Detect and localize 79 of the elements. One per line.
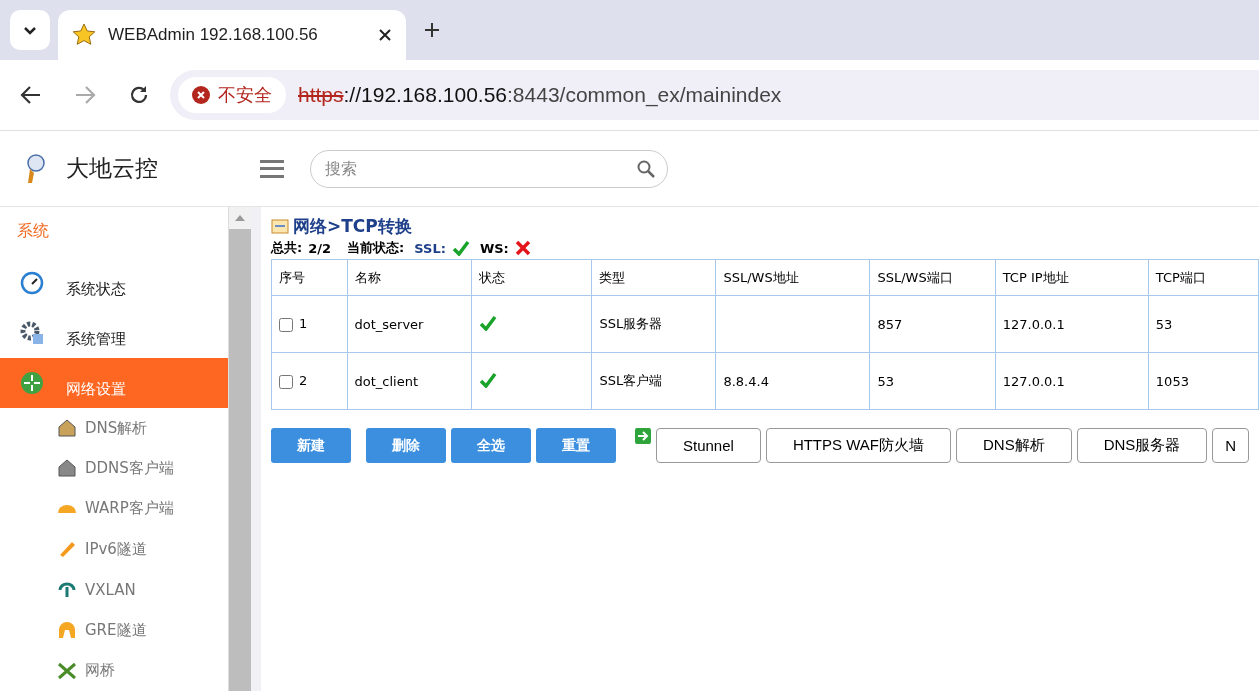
- table-cell: SSL客户端: [591, 352, 716, 410]
- table-cell: dot_client: [347, 352, 472, 410]
- house-icon: [57, 419, 77, 438]
- house-icon: [57, 459, 77, 478]
- status-label: 当前状态:: [347, 239, 405, 257]
- sidebar-subitem[interactable]: GRE隧道: [0, 610, 228, 651]
- table-cell: 53: [1148, 295, 1259, 353]
- star-icon: [72, 23, 96, 47]
- column-header: SSL/WS端口: [870, 259, 996, 296]
- link-button[interactable]: N: [1212, 428, 1250, 463]
- browser-tab[interactable]: WEBAdmin 192.168.100.56: [58, 10, 406, 60]
- total-label: 总共:: [271, 239, 303, 257]
- status-name: WS:: [479, 240, 509, 256]
- tunnel-icon: [57, 621, 77, 640]
- chevron-down-icon: [23, 25, 37, 35]
- row-checkbox[interactable]: [279, 374, 293, 389]
- table-cell: 857: [870, 295, 996, 353]
- search-input[interactable]: 搜索: [323, 158, 637, 179]
- back-icon[interactable]: [20, 85, 42, 105]
- table-cell: 2: [299, 373, 308, 389]
- table-cell: 1: [299, 316, 308, 332]
- close-icon[interactable]: [378, 28, 392, 42]
- gauge-icon: [20, 270, 44, 295]
- security-chip[interactable]: 不安全: [178, 77, 286, 113]
- table-cell: 1053: [1148, 352, 1259, 410]
- table-cell: dot_server: [347, 295, 472, 353]
- column-header: 类型: [591, 259, 716, 296]
- sidebar-subitem[interactable]: IPv6隧道: [0, 529, 228, 570]
- sidebar-subitem[interactable]: 网桥: [0, 650, 228, 691]
- arrows-icon: [20, 370, 44, 395]
- section-title: 系统: [16, 220, 50, 242]
- sidebar-item[interactable]: 系统状态: [0, 258, 228, 308]
- menu-icon[interactable]: [260, 159, 284, 178]
- table-cell: 8.8.4.4: [715, 352, 870, 410]
- table-cell: SSL服务器: [591, 295, 716, 353]
- link-button[interactable]: DNS解析: [956, 428, 1072, 463]
- action-button[interactable]: 删除: [366, 428, 446, 463]
- row-checkbox[interactable]: [279, 317, 293, 332]
- gear-icon: [20, 320, 44, 345]
- sidebar-item[interactable]: 系统管理: [0, 307, 228, 358]
- link-button[interactable]: DNS服务器: [1076, 428, 1208, 463]
- antenna-icon: [57, 580, 77, 599]
- column-header: 序号: [271, 259, 347, 296]
- tab-title: WEBAdmin 192.168.100.56: [108, 25, 319, 45]
- cloud-icon: [57, 504, 77, 513]
- reload-icon[interactable]: [128, 84, 150, 106]
- sidebar-item[interactable]: 网络设置: [0, 357, 228, 408]
- link-button[interactable]: HTTPS WAF防火墙: [765, 428, 951, 463]
- action-button[interactable]: 重置: [536, 428, 616, 463]
- scroll-up-icon[interactable]: [235, 215, 245, 221]
- action-button[interactable]: 全选: [451, 428, 531, 463]
- plus-icon: [424, 22, 440, 38]
- link-button[interactable]: Stunnel: [656, 428, 761, 463]
- column-header: 状态: [471, 259, 592, 296]
- forward-icon[interactable]: [74, 85, 96, 105]
- search-icon[interactable]: [637, 159, 655, 178]
- error-icon: [192, 86, 210, 104]
- table-cell: 127.0.0.1: [995, 352, 1149, 410]
- sidebar-subitem[interactable]: WARP客户端: [0, 488, 228, 530]
- tab-list-button[interactable]: [10, 10, 50, 50]
- column-header: SSL/WS地址: [715, 259, 870, 296]
- table-cell: 53: [870, 352, 996, 410]
- status-name: SSL:: [414, 240, 446, 256]
- column-header: TCP IP地址: [995, 259, 1149, 296]
- url-text[interactable]: https://192.168.100.56:8443/common_ex/mainindex: [298, 83, 782, 107]
- column-header: TCP端口: [1148, 259, 1259, 296]
- action-button[interactable]: 新建: [271, 428, 351, 463]
- column-header: 名称: [347, 259, 472, 296]
- sidebar-subitem[interactable]: DDNS客户端: [0, 448, 228, 489]
- brand-name: 大地云控: [66, 154, 158, 183]
- sidebar-subitem[interactable]: VXLAN: [0, 569, 228, 611]
- total-value: 2/2: [308, 240, 332, 256]
- sidebar-subitem[interactable]: DNS解析: [0, 407, 228, 449]
- page-title: 网络>TCP转换: [293, 215, 412, 238]
- security-label: 不安全: [218, 83, 272, 107]
- scrollbar[interactable]: [228, 207, 251, 691]
- table-cell: 127.0.0.1: [995, 295, 1149, 353]
- arrow-icon: [635, 428, 651, 444]
- window-icon: [271, 219, 289, 234]
